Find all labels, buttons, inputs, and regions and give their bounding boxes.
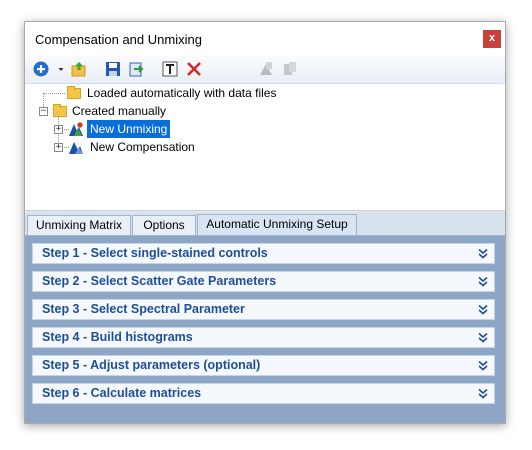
tree-item-new-unmixing[interactable]: + New Unmixing — [25, 120, 507, 138]
matrix-tree: Loaded automatically with data files − C… — [25, 84, 505, 210]
title-bar[interactable]: Compensation and Unmixing x — [25, 22, 505, 56]
toolbar — [25, 56, 505, 84]
tab-unmixing-matrix[interactable]: Unmixing Matrix — [27, 215, 131, 235]
step-label: Step 6 - Calculate matrices — [42, 386, 202, 400]
save-icon[interactable] — [104, 60, 122, 78]
close-button[interactable]: x — [483, 30, 501, 48]
collapse-icon[interactable]: − — [39, 107, 48, 116]
compensation-icon — [68, 139, 84, 155]
step-2-header[interactable]: Step 2 - Select Scatter Gate Parameters — [32, 271, 495, 292]
step-5-header[interactable]: Step 5 - Adjust parameters (optional) — [32, 355, 495, 376]
tab-bar: Unmixing Matrix Options Automatic Unmixi… — [25, 213, 505, 235]
unmixing-icon — [68, 121, 84, 137]
step-label: Step 1 - Select single-stained controls — [42, 246, 268, 260]
dropdown-arrow-icon[interactable] — [52, 60, 64, 78]
delete-icon[interactable] — [185, 60, 203, 78]
folder-icon — [53, 104, 67, 117]
tab-automatic-unmixing-setup[interactable]: Automatic Unmixing Setup — [197, 214, 357, 235]
tree-item-label: New Unmixing — [87, 120, 171, 138]
tab-options[interactable]: Options — [132, 215, 196, 235]
expand-icon[interactable]: + — [54, 143, 63, 152]
export-icon[interactable] — [127, 60, 145, 78]
chevron-down-icon[interactable] — [478, 248, 488, 259]
step-label: Step 5 - Adjust parameters (optional) — [42, 358, 261, 372]
step-3-header[interactable]: Step 3 - Select Spectral Parameter — [32, 299, 495, 320]
chevron-down-icon[interactable] — [478, 304, 488, 315]
tree-item-new-compensation[interactable]: + New Compensation — [25, 138, 507, 156]
open-folder-icon[interactable] — [70, 60, 88, 78]
chevron-down-icon[interactable] — [478, 360, 488, 371]
tree-item-label: Created manually — [72, 104, 167, 118]
add-icon[interactable] — [32, 60, 50, 78]
compensation-unmixing-window: Compensation and Unmixing x Loaded autom… — [24, 21, 506, 424]
window-title: Compensation and Unmixing — [35, 32, 202, 47]
step-4-header[interactable]: Step 4 - Build histograms — [32, 327, 495, 348]
step-6-header[interactable]: Step 6 - Calculate matrices — [32, 383, 495, 404]
tree-item-created-manually[interactable]: − Created manually — [25, 102, 507, 120]
paste-disabled-icon — [281, 60, 299, 78]
expand-icon[interactable]: + — [54, 125, 63, 134]
copy-disabled-icon — [257, 60, 275, 78]
tree-item-label: Loaded automatically with data files — [87, 86, 277, 100]
chevron-down-icon[interactable] — [478, 388, 488, 399]
step-1-header[interactable]: Step 1 - Select single-stained controls — [32, 243, 495, 264]
automatic-unmixing-panel: Step 1 - Select single-stained controls … — [25, 235, 505, 423]
step-label: Step 3 - Select Spectral Parameter — [42, 302, 245, 316]
step-label: Step 2 - Select Scatter Gate Parameters — [42, 274, 277, 288]
folder-icon — [67, 86, 81, 99]
step-label: Step 4 - Build histograms — [42, 330, 193, 344]
tree-item-loaded-automatically[interactable]: Loaded automatically with data files — [25, 84, 507, 102]
tree-item-label: New Compensation — [90, 140, 195, 154]
chevron-down-icon[interactable] — [478, 332, 488, 343]
chevron-down-icon[interactable] — [478, 276, 488, 287]
text-icon[interactable] — [161, 60, 179, 78]
